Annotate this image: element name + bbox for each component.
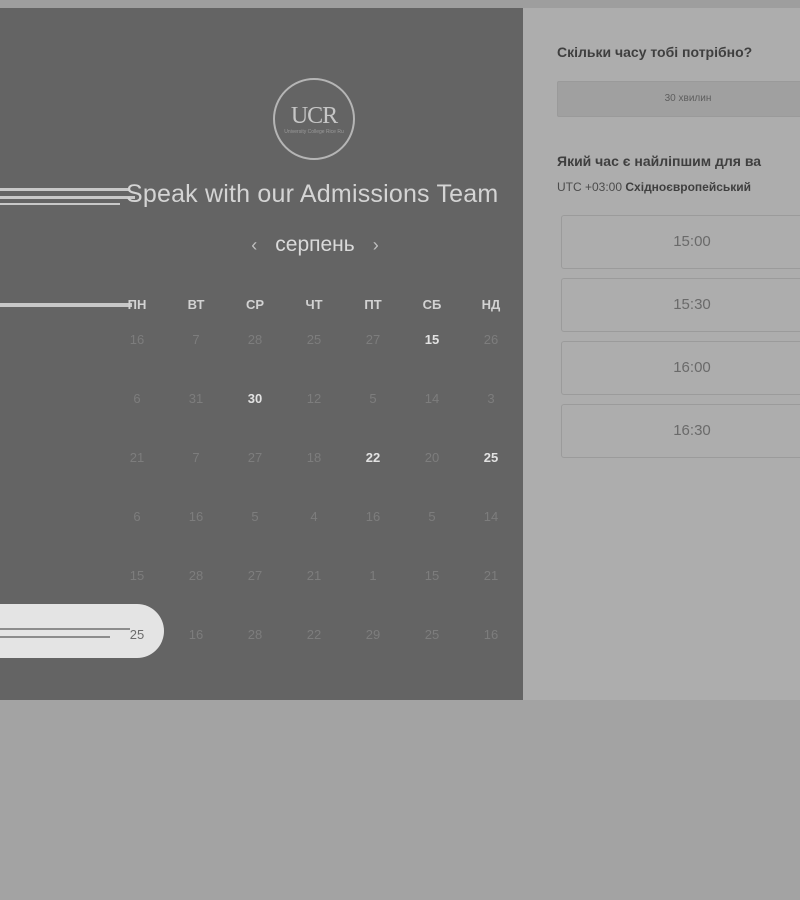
calendar-day: 4 (310, 509, 318, 524)
calendar-day: 5 (369, 391, 377, 406)
time-question: Який час є найліпшим для ва (557, 153, 762, 169)
calendar-day: 28 (188, 568, 204, 583)
weekday-label: СР (245, 297, 265, 312)
calendar-day: 1 (369, 568, 377, 583)
calendar-day: 16 (365, 509, 381, 524)
calendar-day: 15 (424, 568, 440, 583)
calendar-day: 14 (424, 391, 440, 406)
duration-question: Скільки часу тобі потрібно? (557, 44, 753, 60)
calendar-day-available[interactable]: 25 (462, 450, 520, 465)
calendar-day: 20 (424, 450, 440, 465)
calendar-day: 25 (306, 332, 322, 347)
calendar-day: 27 (247, 568, 263, 583)
timezone-offset: UTC +03:00 (557, 180, 623, 194)
calendar-day: 12 (306, 391, 322, 406)
calendar-day: 3 (487, 391, 495, 406)
ucr-logo: UCR University College Rice Ru (273, 78, 355, 160)
calendar-day: 16 (483, 627, 499, 642)
decorative-stripe (0, 196, 135, 199)
time-slot-button[interactable]: 15:30 (561, 278, 800, 332)
calendar-day: 27 (247, 450, 263, 465)
calendar-day: 7 (192, 450, 200, 465)
weekday-label: ВТ (187, 297, 205, 312)
duration-select[interactable]: 30 хвилин (557, 81, 800, 117)
decorative-stripe (0, 636, 110, 638)
decorative-stripe (0, 188, 130, 191)
calendar-day: 28 (247, 627, 263, 642)
timezone-name: Східноєвропейський (625, 180, 752, 194)
calendar-day: 29 (365, 627, 381, 642)
calendar-day: 5 (428, 509, 436, 524)
calendar-day: 21 (306, 568, 322, 583)
logo-subtext: University College Rice Ru (284, 128, 344, 135)
logo-text: UCR (290, 102, 338, 129)
weekday-label: СБ (422, 297, 442, 312)
time-slot-button[interactable]: 15:00 (561, 215, 800, 269)
month-label: серпень (275, 233, 355, 256)
calendar-day-available[interactable]: 22 (344, 450, 402, 465)
calendar-day: 16 (188, 627, 204, 642)
calendar-day-available[interactable]: 15 (403, 332, 461, 347)
calendar-day: 31 (188, 391, 204, 406)
calendar-day: 27 (365, 332, 381, 347)
calendar-day: 6 (133, 509, 141, 524)
timezone-label[interactable]: UTC +03:00 Східноєвропейський (557, 180, 751, 194)
decorative-stripe (0, 203, 120, 205)
calendar-day: 16 (188, 509, 204, 524)
weekday-label: ПТ (364, 297, 382, 312)
calendar-day: 25 (129, 627, 145, 642)
time-slot-button[interactable]: 16:30 (561, 404, 800, 458)
calendar-day: 16 (129, 332, 145, 347)
calendar-panel: UCR University College Rice Ru Speak wit… (0, 8, 523, 700)
calendar-day: 28 (247, 332, 263, 347)
calendar-title: Speak with our Admissions Team (126, 180, 499, 208)
weekday-label: ЧТ (305, 297, 323, 312)
calendar-day: 7 (192, 332, 200, 347)
month-navigation: ‹ серпень › (230, 230, 400, 260)
calendar-day: 6 (133, 391, 141, 406)
chevron-left-icon[interactable]: ‹ (251, 235, 257, 256)
top-strip (0, 0, 800, 8)
calendar-day: 22 (306, 627, 322, 642)
calendar-day: 21 (483, 568, 499, 583)
weekday-label: НД (481, 297, 501, 312)
calendar-day: 18 (306, 450, 322, 465)
calendar-day: 14 (483, 509, 499, 524)
chevron-right-icon[interactable]: › (373, 235, 379, 256)
calendar-day-available[interactable]: 30 (226, 391, 284, 406)
weekday-label: ПН (127, 297, 147, 312)
scheduler-panel: Скільки часу тобі потрібно? 30 хвилин Як… (523, 8, 800, 700)
calendar-day: 26 (483, 332, 499, 347)
calendar-day: 15 (129, 568, 145, 583)
calendar-day: 25 (424, 627, 440, 642)
calendar-day: 5 (251, 509, 259, 524)
calendar-day: 21 (129, 450, 145, 465)
time-slot-button[interactable]: 16:00 (561, 341, 800, 395)
